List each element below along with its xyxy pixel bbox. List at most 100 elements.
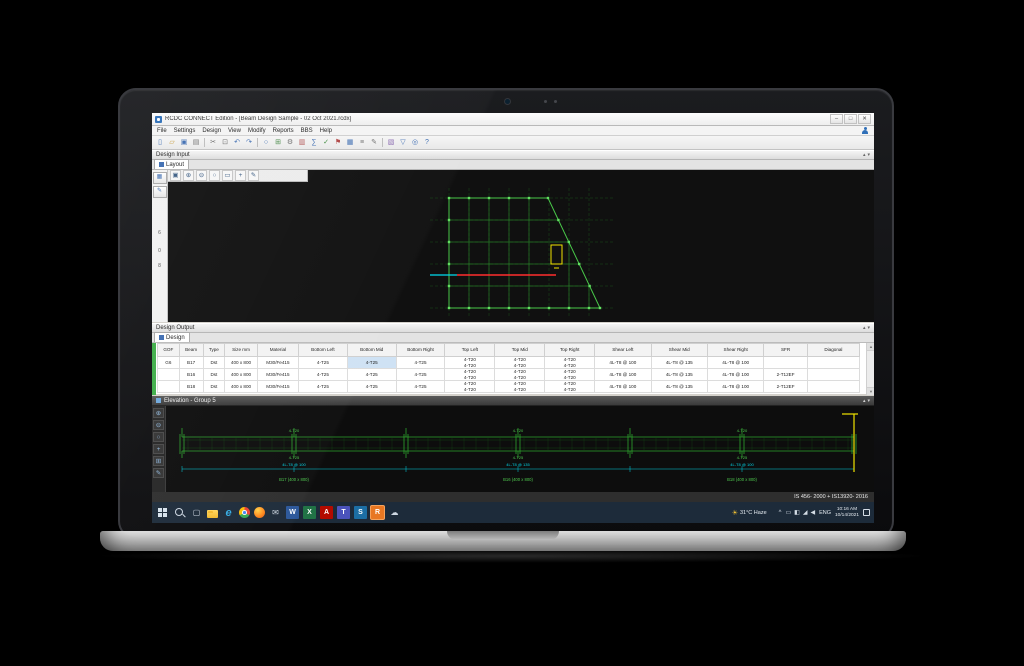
mail-icon[interactable]: ✉: [269, 506, 282, 519]
column-header[interactable]: Type: [203, 344, 225, 357]
column-header[interactable]: Shear Left: [595, 344, 651, 357]
help-icon[interactable]: ?: [422, 138, 432, 148]
table-cell[interactable]: 4L-T8 @ 100: [595, 381, 651, 393]
settings-icon[interactable]: ⚙: [285, 138, 295, 148]
layers-icon[interactable]: ▧: [386, 138, 396, 148]
zoom-window-icon[interactable]: ▭: [222, 170, 233, 181]
table-cell[interactable]: 400 x 800: [225, 369, 258, 381]
table-cell[interactable]: 4-T20 4-T20: [445, 369, 495, 381]
print-icon[interactable]: ▤: [191, 138, 201, 148]
column-header[interactable]: Material: [257, 344, 298, 357]
action-center-button[interactable]: [863, 509, 870, 516]
hidden-icons-chevron[interactable]: ^: [779, 510, 782, 516]
collapse-down-icon[interactable]: ▾: [867, 152, 870, 158]
grid-icon[interactable]: ⊞: [153, 456, 164, 466]
task-view-button[interactable]: ▢: [190, 506, 203, 519]
chart-icon[interactable]: ▥: [297, 138, 307, 148]
table-cell[interactable]: 4-T25: [347, 369, 396, 381]
scroll-up-icon[interactable]: ▲: [867, 343, 874, 351]
check-icon[interactable]: ✓: [321, 138, 331, 148]
undo-icon[interactable]: ↶: [232, 138, 242, 148]
table-cell[interactable]: 4L-T8 @ 100: [707, 381, 763, 393]
menu-help[interactable]: Help: [320, 128, 332, 134]
table-scrollbar[interactable]: ▲ ▼: [866, 343, 874, 395]
table-cell[interactable]: 4-T20 4-T20: [445, 357, 495, 369]
firefox-icon[interactable]: [254, 507, 265, 518]
table-cell[interactable]: 4-T20 4-T20: [545, 357, 595, 369]
layout-canvas[interactable]: ▣⊕⊖○▭+✎: [168, 170, 874, 322]
scroll-down-icon[interactable]: ▼: [867, 387, 874, 395]
table-cell[interactable]: 4-T25: [396, 369, 445, 381]
table-cell[interactable]: M30/Fe415: [257, 357, 298, 369]
tab-layout[interactable]: Layout: [154, 159, 189, 169]
search-button[interactable]: [173, 506, 186, 519]
close-button[interactable]: ✕: [858, 114, 871, 124]
table-cell[interactable]: 4-T25: [299, 357, 348, 369]
grid-icon[interactable]: ⊞: [273, 138, 283, 148]
table-cell[interactable]: 4L-T8 @ 135: [651, 381, 707, 393]
table-cell[interactable]: 4L-T8 @ 135: [651, 369, 707, 381]
open-icon[interactable]: ▱: [167, 138, 177, 148]
column-header[interactable]: Top Right: [545, 344, 595, 357]
table-cell[interactable]: 4L-T8 @ 100: [595, 369, 651, 381]
table-cell[interactable]: 4-T20 4-T20: [545, 369, 595, 381]
column-header[interactable]: Bottom Right: [396, 344, 445, 357]
table-cell[interactable]: 2-T12EF: [764, 369, 807, 381]
table-cell[interactable]: 4-T25: [299, 369, 348, 381]
find-icon[interactable]: ◎: [410, 138, 420, 148]
teams-icon[interactable]: T: [337, 506, 350, 519]
table-cell[interactable]: [807, 369, 859, 381]
collapse-up-icon[interactable]: ▴: [863, 325, 866, 331]
pan-icon[interactable]: +: [235, 170, 246, 181]
excel-icon[interactable]: X: [303, 506, 316, 519]
table-cell[interactable]: 4-T25: [347, 357, 396, 369]
annotate-icon[interactable]: ✎: [153, 468, 164, 478]
table-cell[interactable]: 4-T25: [299, 381, 348, 393]
column-header[interactable]: SFR: [764, 344, 807, 357]
table-row[interactable]: B18Dst400 x 800M30/Fe4154-T254-T254-T254…: [158, 381, 860, 393]
edit-icon[interactable]: ✎: [369, 138, 379, 148]
table-cell[interactable]: 4L-T8 @ 100: [707, 369, 763, 381]
menu-view[interactable]: View: [228, 128, 241, 134]
table-row[interactable]: G6B17Dst400 x 800M30/Fe4154-T254-T254-T2…: [158, 357, 860, 369]
zoom-in-icon[interactable]: ⊕: [183, 170, 194, 181]
zoom-out-icon[interactable]: ⊖: [153, 420, 164, 430]
battery-icon[interactable]: ◧: [794, 509, 800, 516]
menu-design[interactable]: Design: [202, 128, 221, 134]
new-icon[interactable]: ▯: [155, 138, 165, 148]
table-cell[interactable]: G6: [158, 357, 180, 369]
table-cell[interactable]: B18: [179, 381, 203, 393]
collapse-up-icon[interactable]: ▴: [863, 152, 866, 158]
maximize-button[interactable]: □: [844, 114, 857, 124]
zoom-out-icon[interactable]: ⊖: [196, 170, 207, 181]
redo-icon[interactable]: ↷: [244, 138, 254, 148]
clock[interactable]: 10:16 AM 10/14/2021: [835, 507, 859, 518]
flag-icon[interactable]: ⚑: [333, 138, 343, 148]
cut-icon[interactable]: ✂: [208, 138, 218, 148]
table-cell[interactable]: Dst: [203, 369, 225, 381]
pan-icon[interactable]: +: [153, 444, 164, 454]
table-cell[interactable]: B17: [179, 357, 203, 369]
column-header[interactable]: Diagonal: [807, 344, 859, 357]
table-cell[interactable]: M30/Fe415: [257, 369, 298, 381]
start-button[interactable]: [156, 506, 169, 519]
onedrive-icon[interactable]: ☁: [388, 506, 401, 519]
sum-icon[interactable]: ∑: [309, 138, 319, 148]
table-cell[interactable]: 4-T20 4-T20: [545, 381, 595, 393]
column-header[interactable]: Bottom Left: [299, 344, 348, 357]
table-cell[interactable]: [158, 369, 180, 381]
table-cell[interactable]: 400 x 800: [225, 381, 258, 393]
column-header[interactable]: Bottom Mid: [347, 344, 396, 357]
column-header[interactable]: GOF: [158, 344, 180, 357]
table-cell[interactable]: 4-T25: [396, 381, 445, 393]
user-account-icon[interactable]: [861, 127, 869, 135]
column-header[interactable]: Shear Mid: [651, 344, 707, 357]
table-cell[interactable]: [764, 357, 807, 369]
zoom-extents-icon[interactable]: ○: [209, 170, 220, 181]
network-icon[interactable]: ◢: [803, 509, 808, 516]
table-cell[interactable]: 4-T20 4-T20: [495, 369, 545, 381]
table-cell[interactable]: [158, 381, 180, 393]
menu-reports[interactable]: Reports: [273, 128, 294, 134]
table-cell[interactable]: [807, 381, 859, 393]
table-cell[interactable]: [807, 357, 859, 369]
